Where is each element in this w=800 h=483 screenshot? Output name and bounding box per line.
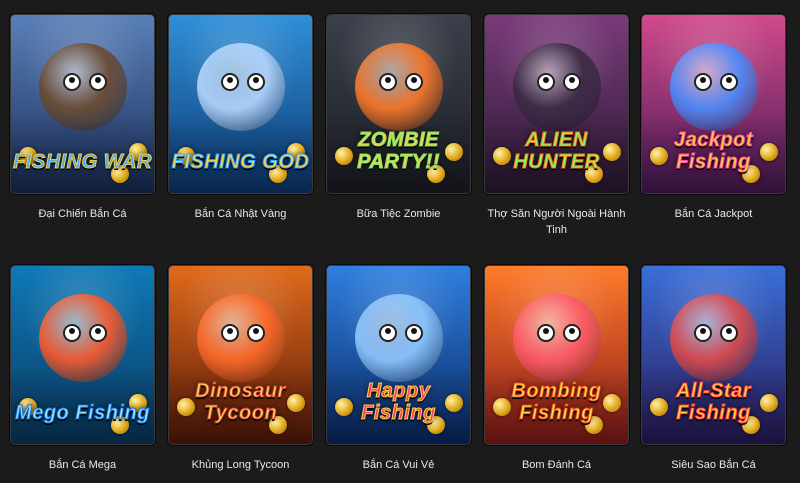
game-thumbnail[interactable]: ALIEN HUNTER (484, 14, 629, 194)
games-grid: FISHING WAR Đại Chiến Bắn Cá FISHING GOD Bắ… (0, 0, 800, 483)
mascot-pupil (411, 77, 417, 83)
game-thumbnail[interactable]: Happy Fishing (326, 265, 471, 445)
game-title[interactable]: Bắn Cá Vui Vẻ (326, 457, 471, 473)
game-logo-text: ZOMBIE PARTY!! (357, 129, 440, 174)
game-card[interactable]: Happy Fishing Bắn Cá Vui Vẻ (326, 265, 471, 473)
game-card[interactable]: ALIEN HUNTER Thợ Săn Người Ngoài Hành Tin… (484, 14, 629, 238)
game-title[interactable]: Bắn Cá Nhật Vàng (168, 206, 313, 222)
game-logo-text: Happy Fishing (361, 380, 436, 425)
shark-icon (670, 43, 758, 131)
mascot-pupil (253, 328, 259, 334)
game-card[interactable]: Jackpot Fishing Bắn Cá Jackpot (641, 14, 786, 222)
mascot-pupil (569, 77, 575, 83)
mascot-pupil (726, 77, 732, 83)
game-thumbnail[interactable]: All-Star Fishing (641, 265, 786, 445)
mascot-pupil (411, 328, 417, 334)
game-card[interactable]: Mego Fishing Bắn Cá Mega (10, 265, 155, 473)
dinosaur-icon (197, 294, 285, 382)
mascot-pupil (700, 328, 706, 334)
shark-icon (355, 294, 443, 382)
game-title[interactable]: Bắn Cá Mega (10, 457, 155, 473)
game-thumbnail[interactable]: Jackpot Fishing (641, 14, 786, 194)
mascot-pupil (700, 77, 706, 83)
mascot-pupil (69, 328, 75, 334)
game-card[interactable]: Dinosaur Tycoon Khủng Long Tycoon (168, 265, 313, 473)
game-thumbnail[interactable]: Mego Fishing (10, 265, 155, 445)
mascot-pupil (95, 77, 101, 83)
game-logo-text: Bombing Fishing (511, 380, 602, 425)
monster-icon (670, 294, 758, 382)
game-logo-text: FISHING WAR (13, 151, 152, 174)
mascot-pupil (543, 77, 549, 83)
game-thumbnail[interactable]: Bombing Fishing (484, 265, 629, 445)
mascot-pupil (569, 328, 575, 334)
game-card[interactable]: ZOMBIE PARTY!! Bữa Tiệc Zombie (326, 14, 471, 222)
mascot-pupil (385, 328, 391, 334)
game-card[interactable]: All-Star Fishing Siêu Sao Bắn Cá (641, 265, 786, 473)
octopus-icon (39, 294, 127, 382)
game-thumbnail[interactable]: ZOMBIE PARTY!! (326, 14, 471, 194)
game-title[interactable]: Thợ Săn Người Ngoài Hành Tinh (484, 206, 629, 238)
mascot-pupil (726, 328, 732, 334)
zombie-icon (355, 43, 443, 131)
game-logo-text: ALIEN HUNTER (513, 129, 600, 174)
alien-icon (513, 43, 601, 131)
game-title[interactable]: Đại Chiến Bắn Cá (10, 206, 155, 222)
game-logo-text: All-Star Fishing (675, 380, 752, 425)
pirate-ship-icon (39, 43, 127, 131)
mascot-pupil (543, 328, 549, 334)
game-title[interactable]: Bom Đánh Cá (484, 457, 629, 473)
game-thumbnail[interactable]: Dinosaur Tycoon (168, 265, 313, 445)
game-logo-text: Mego Fishing (15, 402, 150, 425)
game-card[interactable]: FISHING WAR Đại Chiến Bắn Cá (10, 14, 155, 222)
game-thumbnail[interactable]: FISHING GOD (168, 14, 313, 194)
game-logo-text: Jackpot Fishing (673, 129, 754, 174)
game-title[interactable]: Bắn Cá Jackpot (641, 206, 786, 222)
mascot-pupil (69, 77, 75, 83)
mascot-pupil (253, 77, 259, 83)
mascot-pupil (227, 77, 233, 83)
game-card[interactable]: Bombing Fishing Bom Đánh Cá (484, 265, 629, 473)
game-card[interactable]: FISHING GOD Bắn Cá Nhật Vàng (168, 14, 313, 222)
game-title[interactable]: Bữa Tiệc Zombie (326, 206, 471, 222)
game-thumbnail[interactable]: FISHING WAR (10, 14, 155, 194)
game-title[interactable]: Khủng Long Tycoon (168, 457, 313, 473)
game-title[interactable]: Siêu Sao Bắn Cá (641, 457, 786, 473)
fish-icon (513, 294, 601, 382)
mascot-pupil (95, 328, 101, 334)
game-logo-text: Dinosaur Tycoon (195, 380, 286, 425)
mascot-pupil (385, 77, 391, 83)
game-logo-text: FISHING GOD (171, 151, 310, 174)
dragon-icon (197, 43, 285, 131)
mascot-pupil (227, 328, 233, 334)
